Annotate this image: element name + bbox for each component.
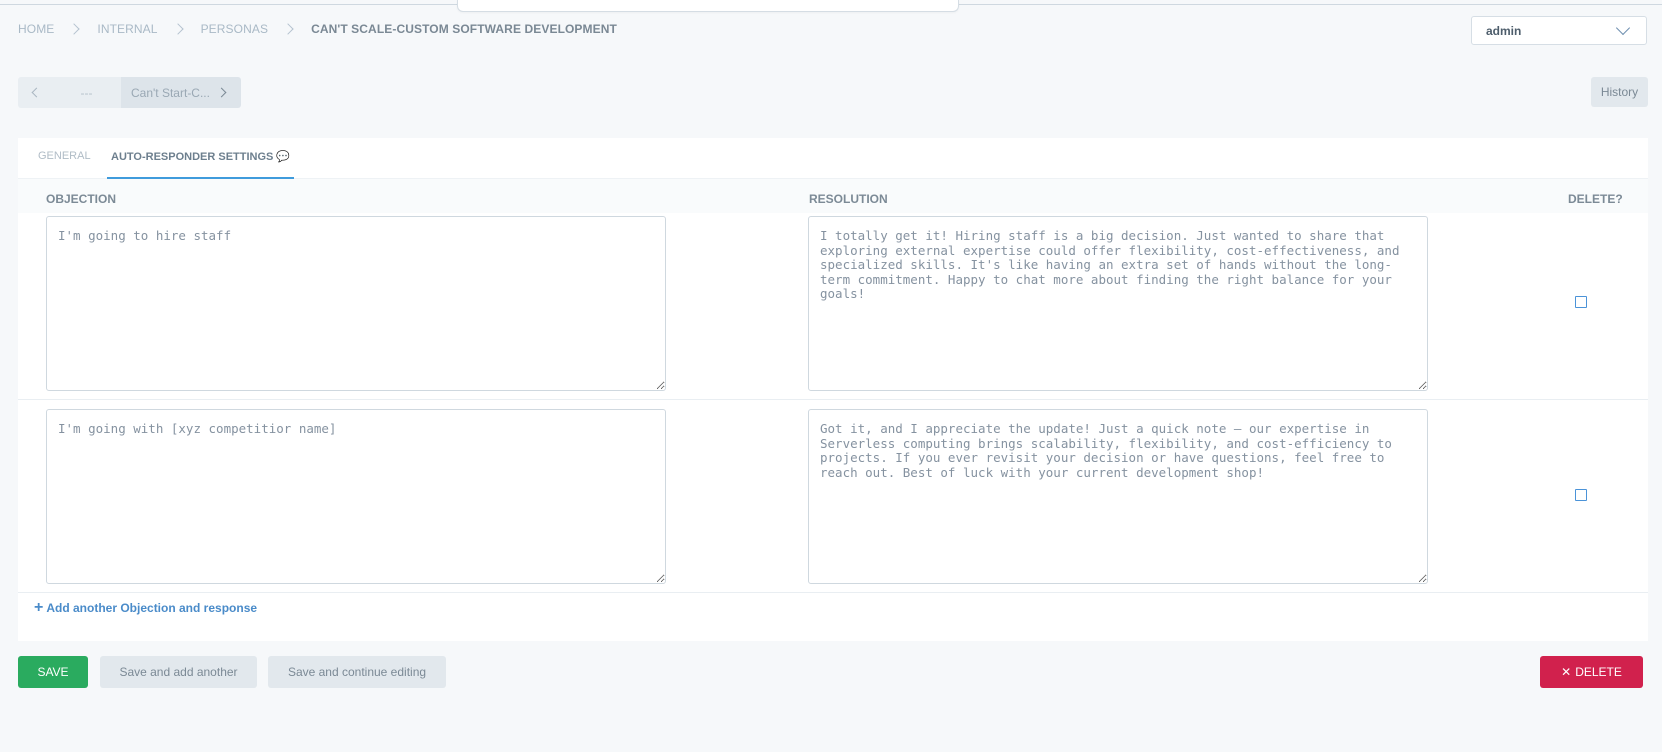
delete-button-label: DELETE: [1575, 665, 1622, 679]
delete-button[interactable]: ✕ DELETE: [1540, 656, 1643, 688]
breadcrumb-personas[interactable]: PERSONAS: [201, 22, 269, 36]
chevron-right-icon: [282, 23, 294, 35]
resolution-input[interactable]: [808, 409, 1428, 584]
breadcrumb: HOME INTERNAL PERSONAS CAN'T SCALE-CUSTO…: [18, 22, 617, 36]
chevron-left-icon: [31, 87, 42, 98]
tab-auto-responder-settings[interactable]: AUTO-RESPONDER SETTINGS 💬: [107, 150, 295, 179]
tab-auto-responder-label: AUTO-RESPONDER SETTINGS: [111, 151, 274, 163]
user-select-value: admin: [1486, 23, 1522, 38]
save-button[interactable]: SAVE: [18, 656, 88, 688]
delete-checkbox[interactable]: [1575, 296, 1587, 308]
save-and-continue-button[interactable]: Save and continue editing: [268, 656, 446, 688]
save-and-add-another-button[interactable]: Save and add another: [100, 656, 257, 688]
history-button[interactable]: History: [1591, 77, 1648, 107]
top-popup-edge: [457, 0, 959, 12]
objection-input[interactable]: [46, 409, 666, 584]
breadcrumb-home[interactable]: HOME: [18, 22, 54, 36]
header-delete: DELETE?: [1568, 192, 1623, 206]
next-object-button[interactable]: Can't Start-C...: [121, 77, 241, 108]
header-objection: OBJECTION: [46, 192, 117, 206]
speech-bubble-icon: 💬: [276, 151, 291, 163]
chevron-right-icon: [171, 23, 184, 35]
add-objection-label: Add another Objection and response: [46, 601, 258, 615]
previous-object-button[interactable]: [18, 77, 52, 108]
breadcrumb-current: CAN'T SCALE-CUSTOM SOFTWARE DEVELOPMENT: [311, 22, 617, 36]
add-objection-link[interactable]: + Add another Objection and response: [34, 599, 258, 616]
form-card: GENERAL AUTO-RESPONDER SETTINGS 💬 OBJECTI…: [18, 138, 1648, 641]
tab-general[interactable]: GENERAL: [38, 150, 91, 162]
delete-checkbox[interactable]: [1575, 489, 1587, 501]
plus-icon: +: [34, 599, 44, 616]
header-resolution: RESOLUTION: [809, 192, 888, 206]
objection-input[interactable]: [46, 216, 666, 391]
resolution-input[interactable]: [808, 216, 1428, 391]
tab-bar: GENERAL AUTO-RESPONDER SETTINGS 💬: [18, 138, 1648, 179]
chevron-right-icon: [216, 87, 227, 98]
close-icon: ✕: [1561, 665, 1572, 679]
next-object-label: Can't Start-C...: [131, 85, 210, 100]
chevron-down-icon: [1615, 20, 1631, 36]
object-navigator: --- Can't Start-C...: [18, 77, 241, 108]
current-object-placeholder: ---: [52, 77, 121, 108]
breadcrumb-internal[interactable]: INTERNAL: [97, 22, 157, 36]
table-header: OBJECTION RESOLUTION DELETE?: [18, 179, 1648, 213]
chevron-right-icon: [68, 23, 81, 35]
user-select[interactable]: admin: [1471, 16, 1647, 45]
